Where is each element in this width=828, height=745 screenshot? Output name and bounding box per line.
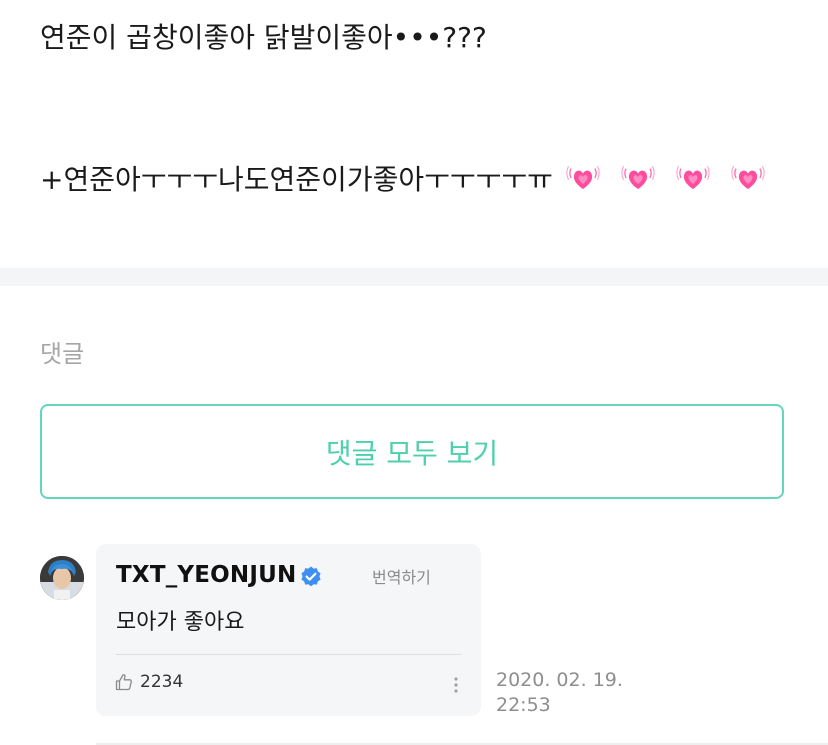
comments-heading: 댓글 <box>40 340 85 368</box>
comment-text: 모아가 좋아요 <box>116 610 245 635</box>
comment-divider <box>116 654 461 655</box>
like-count: 2234 <box>140 672 184 692</box>
section-divider <box>0 268 828 286</box>
view-all-comments-button[interactable]: 댓글 모두 보기 <box>40 404 784 499</box>
avatar[interactable] <box>40 556 84 600</box>
post-text-line-2: +연준아ㅜㅜㅜ나도연준이가좋아ㅜㅜㅜㅜㅠ <box>40 160 765 200</box>
growing-heart-icon <box>730 165 765 190</box>
more-options-icon[interactable] <box>452 674 460 696</box>
comment-time: 22:53 <box>496 694 551 716</box>
thumbs-up-icon <box>115 674 132 691</box>
avatar-image <box>40 556 84 600</box>
growing-heart-icon <box>675 165 710 190</box>
post-body: 연준이 곱창이좋아 닭발이좋아•••??? +연준아ㅜㅜㅜ나도연준이가좋아ㅜㅜㅜ… <box>0 0 828 268</box>
comment-author[interactable]: TXT_YEONJUN <box>116 562 296 588</box>
like-button[interactable]: 2234 <box>114 672 183 692</box>
post-text-line-1: 연준이 곱창이좋아 닭발이좋아•••??? <box>40 21 487 54</box>
post-text-line-2-text: +연준아ㅜㅜㅜ나도연준이가좋아ㅜㅜㅜㅜㅠ <box>40 163 553 196</box>
translate-link[interactable]: 번역하기 <box>372 564 431 588</box>
verified-badge-icon <box>301 566 321 587</box>
comment-date: 2020. 02. 19. <box>496 669 623 691</box>
comments-section: 댓글 댓글 모두 보기 TXT_YEONJUN 번역하기 모아가 좋아요 223… <box>0 286 828 745</box>
growing-heart-icon <box>621 165 655 190</box>
comment-timestamp: 2020. 02. 19. 22:53 <box>496 668 623 718</box>
growing-heart-icon <box>566 165 600 190</box>
comment-bubble: TXT_YEONJUN 번역하기 모아가 좋아요 2234 <box>96 544 481 716</box>
